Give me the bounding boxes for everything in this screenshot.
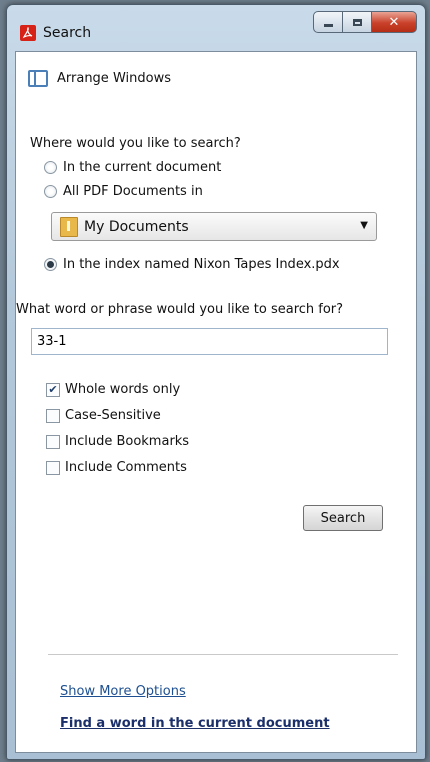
minimize-icon xyxy=(323,23,333,27)
radio-button[interactable] xyxy=(44,161,57,174)
close-button[interactable]: ✕ xyxy=(372,11,417,33)
query-heading: What word or phrase would you like to se… xyxy=(16,302,344,317)
dropdown-arrow-icon: ▼ xyxy=(360,220,368,231)
folder-dropdown[interactable]: My Documents ▼ xyxy=(51,212,377,241)
search-window: Search ✕ Arrange Windows Where would you… xyxy=(6,4,426,760)
checkbox-case-sensitive[interactable]: Case-Sensitive xyxy=(46,408,161,423)
arrange-windows-label: Arrange Windows xyxy=(57,71,171,86)
divider xyxy=(48,654,398,655)
radio-button[interactable] xyxy=(44,185,57,198)
show-more-options-link[interactable]: Show More Options xyxy=(60,684,186,699)
checkbox-label: Whole words only xyxy=(65,382,181,397)
title-bar[interactable]: Search ✕ xyxy=(7,5,425,51)
minimize-button[interactable] xyxy=(313,11,343,33)
search-input[interactable] xyxy=(31,328,388,355)
search-button[interactable]: Search xyxy=(303,505,383,531)
find-word-link[interactable]: Find a word in the current document xyxy=(60,716,330,731)
arrange-windows-icon xyxy=(28,70,48,87)
arrange-windows-button[interactable]: Arrange Windows xyxy=(28,70,171,87)
checkbox[interactable] xyxy=(46,460,60,475)
checkbox[interactable] xyxy=(46,434,60,449)
acrobat-icon xyxy=(20,25,36,41)
radio-label: In the current document xyxy=(63,160,222,175)
caption-buttons: ✕ xyxy=(313,11,417,33)
radio-all-pdf-documents[interactable]: All PDF Documents in xyxy=(44,184,203,199)
checkbox[interactable] xyxy=(46,408,60,423)
maximize-button[interactable] xyxy=(343,11,372,33)
radio-index[interactable]: In the index named Nixon Tapes Index.pdx xyxy=(44,257,340,272)
where-heading: Where would you like to search? xyxy=(30,136,241,151)
checkbox-label: Include Bookmarks xyxy=(65,434,190,449)
window-title: Search xyxy=(43,25,92,41)
checkbox-label: Include Comments xyxy=(65,460,187,475)
folder-dropdown-value: My Documents xyxy=(84,218,189,235)
checkbox-include-comments[interactable]: Include Comments xyxy=(46,460,187,475)
checkbox-whole-words[interactable]: ✔ Whole words only xyxy=(46,382,180,397)
radio-button[interactable] xyxy=(44,258,57,271)
folder-icon xyxy=(60,216,78,237)
radio-current-document[interactable]: In the current document xyxy=(44,160,221,175)
checkbox-label: Case-Sensitive xyxy=(65,408,161,423)
checkbox[interactable]: ✔ xyxy=(46,382,60,397)
close-icon: ✕ xyxy=(388,14,400,30)
radio-label: All PDF Documents in xyxy=(63,184,203,199)
checkbox-include-bookmarks[interactable]: Include Bookmarks xyxy=(46,434,189,449)
radio-label: In the index named Nixon Tapes Index.pdx xyxy=(63,257,340,272)
search-panel: Arrange Windows Where would you like to … xyxy=(15,51,417,753)
maximize-icon xyxy=(352,18,362,26)
